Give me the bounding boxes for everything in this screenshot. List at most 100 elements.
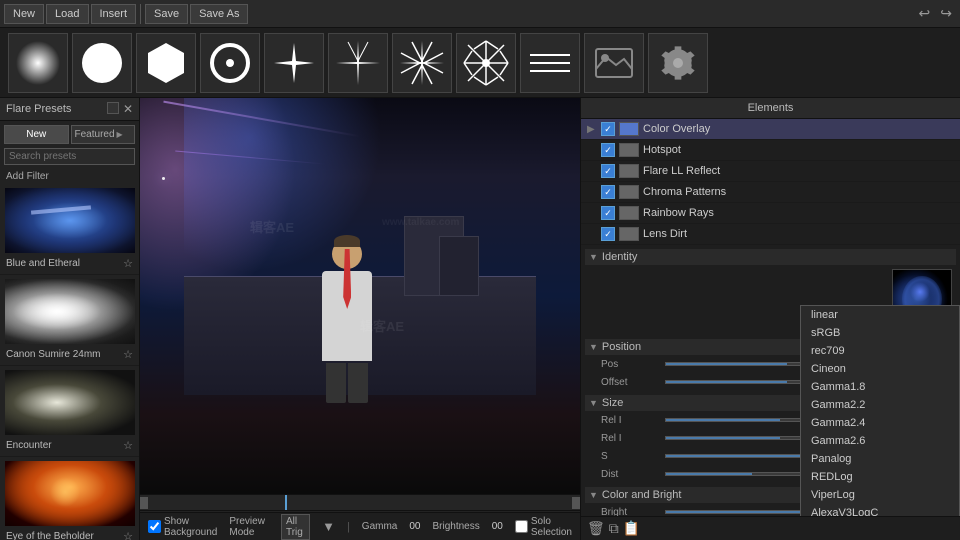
star-icon[interactable]: ☆ (123, 348, 133, 361)
element-color[interactable] (619, 164, 639, 178)
close-button[interactable]: ✕ (123, 102, 133, 116)
cs-option-rec709[interactable]: rec709 (801, 342, 959, 360)
cs-option-gamma22[interactable]: Gamma2.2 (801, 396, 959, 414)
save-button[interactable]: Save (145, 4, 188, 24)
preset-label: Encounter ☆ (4, 437, 135, 454)
undo-button[interactable]: ↩ (915, 5, 935, 22)
star-icon[interactable]: ☆ (123, 439, 133, 452)
element-check[interactable]: ✓ (601, 164, 615, 178)
element-color[interactable] (619, 143, 639, 157)
brush-hexagon[interactable] (136, 33, 196, 93)
watermark: 辑客AE (360, 316, 404, 335)
element-row[interactable]: ✓ Chroma Patterns (581, 182, 960, 203)
preset-thumbnail (5, 461, 135, 526)
brush-star4[interactable] (264, 33, 324, 93)
tab-new[interactable]: New (4, 125, 69, 144)
delete-button[interactable]: 🗑 (587, 520, 605, 537)
add-filter-button[interactable]: Add Filter (0, 169, 139, 184)
timeline-track[interactable] (140, 495, 580, 510)
preview-inner: 辑客AE 辑客AE www.talkae.com (140, 98, 580, 494)
playhead[interactable] (285, 495, 287, 510)
element-row[interactable]: ✓ Hotspot (581, 140, 960, 161)
dist-label: Dist (601, 469, 661, 480)
cs-option-linear[interactable]: linear (801, 306, 959, 324)
status-bar: Show Background Preview Mode All Trig ▼ … (140, 512, 580, 540)
element-color[interactable] (619, 122, 639, 136)
tab-featured[interactable]: Featured ▶ (71, 125, 136, 144)
star-icon[interactable]: ☆ (123, 530, 133, 540)
redo-button[interactable]: ↪ (936, 5, 956, 22)
search-presets-input[interactable] (4, 148, 135, 165)
brush-soft-circle[interactable] (8, 33, 68, 93)
element-row[interactable]: ✓ Rainbow Rays (581, 203, 960, 224)
star-icon[interactable]: ☆ (123, 257, 133, 270)
brush-ring[interactable] (200, 33, 260, 93)
preview-area: 辑客AE 辑客AE www.talkae.com ▬▼ ⏮ ◀◀ ◀ ▶ ▶ ▶… (140, 98, 580, 540)
cs-option-srgb[interactable]: sRGB (801, 324, 959, 342)
load-button[interactable]: Load (46, 4, 88, 24)
playback-bar (140, 494, 580, 510)
gear-settings-button[interactable] (648, 33, 708, 93)
timeline-handle-left[interactable] (140, 497, 148, 509)
element-row[interactable]: ✓ Flare LL Reflect (581, 161, 960, 182)
list-item[interactable]: Canon Sumire 24mm ☆ (0, 275, 139, 366)
left-panel: Flare Presets ✕ New Featured ▶ Add Filte… (0, 98, 140, 540)
preset-thumbnail (5, 188, 135, 253)
preview-mode-dropdown[interactable]: ▼ (322, 519, 335, 534)
element-color[interactable] (619, 185, 639, 199)
cs-option-gamma26[interactable]: Gamma2.6 (801, 432, 959, 450)
element-row[interactable]: ▶ ✓ Color Overlay (581, 119, 960, 140)
cs-option-redlog[interactable]: REDLog (801, 468, 959, 486)
cs-option-gamma18[interactable]: Gamma1.8 (801, 378, 959, 396)
flare-presets-title: Flare Presets (6, 103, 71, 115)
bg-element (439, 236, 479, 296)
element-check[interactable]: ✓ (601, 206, 615, 220)
section-arrow: ▼ (589, 398, 598, 408)
section-arrow: ▼ (589, 342, 598, 352)
brush-lines[interactable] (520, 33, 580, 93)
brush-hard-circle[interactable] (72, 33, 132, 93)
insert-button[interactable]: Insert (91, 4, 137, 24)
expand-icon: ▶ (587, 124, 597, 135)
identity-header[interactable]: ▼ Identity (585, 249, 956, 265)
cs-option-viperlog[interactable]: ViperLog (801, 486, 959, 504)
paste-button[interactable]: 📋 (623, 520, 640, 537)
separator (140, 4, 141, 24)
pos-label: Pos (601, 359, 661, 370)
cs-option-cineon[interactable]: Cineon (801, 360, 959, 378)
cs-option-alexav3logc[interactable]: AlexaV3LogC (801, 504, 959, 516)
watermark-url: www.talkae.com (382, 217, 459, 228)
brush-starburst2[interactable] (392, 33, 452, 93)
save-as-button[interactable]: Save As (190, 4, 248, 24)
preset-label: Blue and Etheral ☆ (4, 255, 135, 272)
person-legs (307, 363, 387, 403)
brush-rays[interactable] (456, 33, 516, 93)
element-color[interactable] (619, 206, 639, 220)
preset-label: Canon Sumire 24mm ☆ (4, 346, 135, 363)
element-row[interactable]: ✓ Lens Dirt (581, 224, 960, 245)
element-color[interactable] (619, 227, 639, 241)
rel1-label: Rel I (601, 415, 661, 426)
show-background-check[interactable]: Show Background (148, 516, 217, 538)
copy-button[interactable]: ⧉ (609, 520, 619, 537)
cs-option-panalog[interactable]: Panalog (801, 450, 959, 468)
new-button[interactable]: New (4, 4, 44, 24)
list-item[interactable]: Eye of the Beholder ☆ (0, 457, 139, 540)
icon-bar (0, 28, 960, 98)
minimize-button[interactable] (107, 102, 119, 114)
preset-thumbnail (5, 370, 135, 435)
brush-image[interactable] (584, 33, 644, 93)
brush-starburst[interactable] (328, 33, 388, 93)
solo-selection-check[interactable]: Solo Selection (515, 516, 572, 538)
element-check[interactable]: ✓ (601, 122, 615, 136)
show-background-checkbox[interactable] (148, 520, 161, 533)
cs-option-gamma24[interactable]: Gamma2.4 (801, 414, 959, 432)
timeline-handle-right[interactable] (572, 497, 580, 509)
element-check[interactable]: ✓ (601, 143, 615, 157)
list-item[interactable]: Encounter ☆ (0, 366, 139, 457)
section-arrow: ▼ (589, 490, 598, 500)
solo-selection-checkbox[interactable] (515, 520, 528, 533)
list-item[interactable]: Blue and Etheral ☆ (0, 184, 139, 275)
element-check[interactable]: ✓ (601, 185, 615, 199)
element-check[interactable]: ✓ (601, 227, 615, 241)
